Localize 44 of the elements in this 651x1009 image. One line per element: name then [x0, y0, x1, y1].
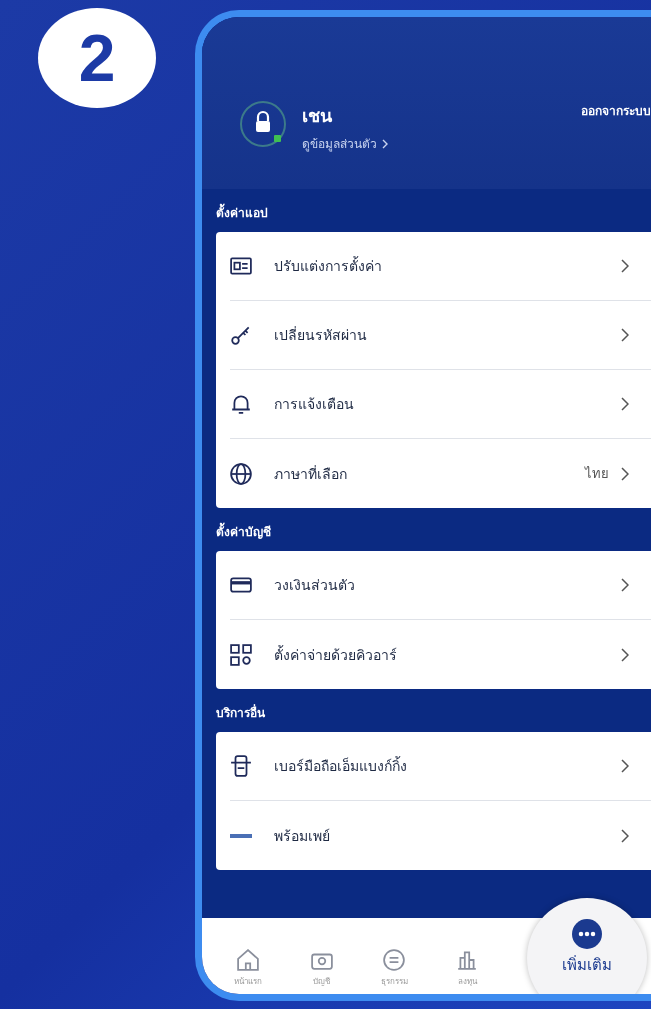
section-title: บริการอื่น [216, 703, 266, 722]
chevron-icon [621, 328, 629, 342]
menu-item-label: วงเงินส่วนตัว [274, 576, 356, 595]
card-id-icon [230, 255, 252, 277]
section-title: ตั้งค่าแอป [216, 189, 651, 232]
menu-item-label: การแจ้งเตือน [274, 395, 355, 414]
menu-item[interactable]: วงเงินส่วนตัว [230, 551, 651, 620]
chevron-icon [621, 397, 629, 411]
qr-icon [230, 643, 252, 666]
selected-language: ไทย [585, 465, 609, 483]
transfer-icon [383, 949, 406, 971]
menu-item-label: เบอร์มือถือเอ็มแบงก์กิ้ง [274, 755, 408, 776]
lock-avatar-icon [240, 101, 286, 147]
menu-item[interactable]: ภาษาที่เลือก ไทย [230, 439, 651, 508]
step-number-badge: 2 [38, 8, 156, 108]
user-name: เชน [302, 104, 333, 128]
menu-item[interactable]: พร้อมเพย์ [230, 801, 651, 870]
section-title: ตั้งค่าบัญชี [216, 508, 651, 551]
menu-item[interactable]: การแจ้งเตือน [230, 370, 651, 439]
key-icon [230, 324, 252, 346]
view-profile-link[interactable]: ดูข้อมูลส่วนตัว [302, 134, 388, 153]
chevron-icon [621, 828, 629, 843]
chevron-icon [382, 138, 388, 149]
nav-tab[interactable]: เพิ่มเติม [526, 898, 647, 994]
chevron-icon [621, 259, 629, 273]
menu-item-label: ภาษาที่เลือก [274, 464, 348, 484]
chart-icon [456, 949, 479, 971]
chevron-icon [621, 466, 629, 481]
menu-item[interactable]: ตั้งค่าจ่ายด้วยคิวอาร์ [230, 620, 651, 689]
bell-icon [230, 393, 252, 415]
logout-link[interactable]: ออกจากระบบ [581, 101, 651, 120]
menu-item[interactable]: ปรับแต่งการตั้งค่า [230, 232, 651, 301]
menu-item-label: ปรับแต่งการตั้งค่า [274, 255, 383, 276]
home-icon [237, 949, 260, 971]
menu-item-label: ตั้งค่าจ่ายด้วยคิวอาร์ [274, 644, 398, 665]
chevron-icon [621, 759, 629, 773]
menu-item-label: พร้อมเพย์ [274, 826, 331, 846]
more-icon [571, 919, 602, 949]
chevron-icon [621, 578, 629, 592]
menu-item-label: เปลี่ยนรหัสผ่าน [274, 325, 368, 345]
menu-item[interactable]: เบอร์มือถือเอ็มแบงก์กิ้ง [230, 732, 651, 801]
menu-item[interactable]: เปลี่ยนรหัสผ่าน [230, 301, 651, 370]
chevron-icon [621, 647, 629, 662]
globe-icon [230, 462, 252, 485]
